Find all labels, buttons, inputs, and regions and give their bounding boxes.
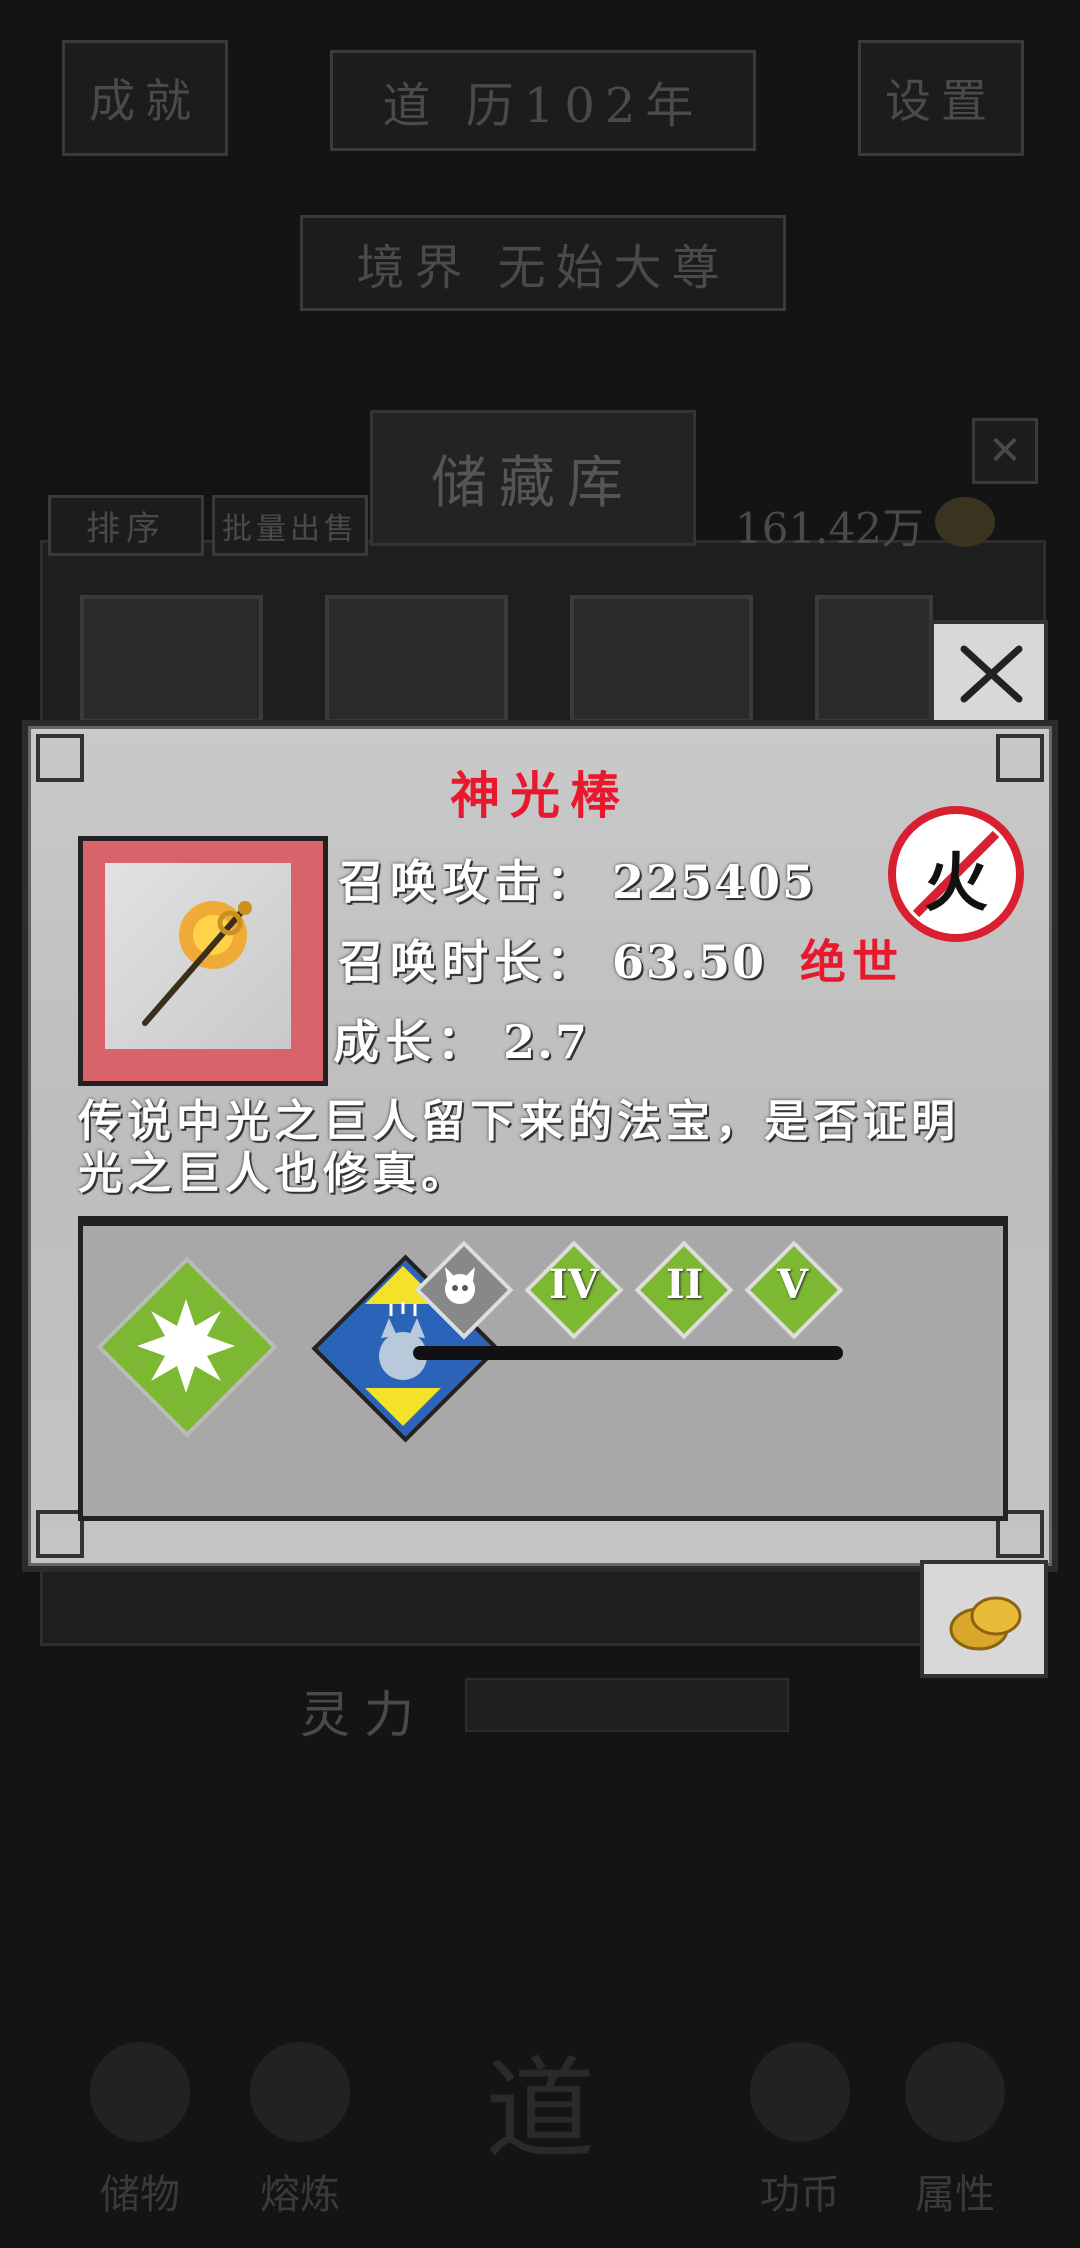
sell-coin-button[interactable]	[920, 1560, 1048, 1678]
furnace-icon	[250, 2042, 350, 2142]
nav-item-dao[interactable]: 道	[440, 2020, 640, 2220]
nav-item-coins[interactable]: 功币	[740, 2020, 860, 2220]
attack-label: 召唤攻击：	[338, 855, 598, 909]
year-display: 道 历102年	[330, 50, 756, 151]
nav-item-smelt[interactable]: 熔炼	[240, 2020, 360, 2220]
rune-label: V	[777, 1261, 809, 1308]
element-char: 火	[924, 846, 988, 921]
nav-item-storage[interactable]: 储物	[80, 2020, 200, 2220]
year-label: 道 历102年	[382, 77, 704, 134]
power-label: 灵力	[300, 1686, 428, 1744]
growth-value: 2.7	[503, 1015, 590, 1069]
skill-small-slot[interactable]	[414, 1240, 514, 1340]
attack-stat: 召唤攻击： 225405	[338, 846, 816, 912]
storage-slot[interactable]	[80, 595, 263, 723]
close-icon	[960, 645, 1023, 703]
currency-amount: 161.42万	[735, 504, 924, 553]
bulk-sell-button[interactable]: 批量出售	[212, 495, 368, 556]
nav-label: 熔炼	[260, 2172, 340, 2218]
settings-label: 设置	[885, 74, 997, 128]
storage-close-button[interactable]: ✕	[972, 418, 1038, 484]
dao-icon: 道	[485, 2046, 595, 2174]
nav-label: 储物	[100, 2172, 180, 2218]
storage-slot[interactable]	[815, 595, 933, 723]
skill-progress-bar	[413, 1346, 843, 1360]
flaming-staff-icon	[142, 901, 252, 1026]
burst-icon	[137, 1299, 235, 1393]
realm-label: 境界 无始大尊	[356, 240, 730, 296]
skill-small-slot[interactable]: V	[744, 1240, 844, 1340]
achievements-label: 成就	[89, 74, 201, 128]
item-description: 传说中光之巨人留下来的法宝，是否证明光之巨人也修真。	[78, 1096, 960, 1199]
bag-icon	[90, 2042, 190, 2142]
storage-title-label: 储藏库	[431, 450, 635, 516]
fire-element-icon: 火	[888, 806, 1024, 942]
skill-small-slot[interactable]: II	[634, 1240, 734, 1340]
nav-label: 功币	[760, 2172, 840, 2218]
demon-skull-icon	[445, 1267, 475, 1304]
grade-badge: 绝世	[800, 935, 905, 989]
coin-stack-icon	[750, 2042, 850, 2142]
sort-label: 排序	[86, 509, 166, 549]
growth-stat: 成长： 2.7	[333, 1006, 589, 1072]
yin-yang-icon	[905, 2042, 1005, 2142]
achievements-button[interactable]: 成就	[62, 40, 228, 156]
rune-label: II	[666, 1261, 704, 1308]
storage-title: 储藏库	[370, 410, 696, 546]
modal-corner	[36, 1510, 84, 1558]
duration-value: 63.50	[612, 935, 767, 989]
realm-display: 境界 无始大尊	[300, 215, 786, 311]
settings-button[interactable]: 设置	[858, 40, 1024, 156]
storage-slot[interactable]	[570, 595, 753, 723]
bulk-sell-label: 批量出售	[222, 511, 358, 547]
nav-label: 属性	[915, 2172, 995, 2218]
nav-item-attributes[interactable]: 属性	[895, 2020, 1015, 2220]
duration-stat: 召唤时长： 63.50 绝世	[338, 926, 904, 992]
attack-value: 225405	[612, 855, 817, 909]
duration-label: 召唤时长：	[338, 935, 598, 989]
skill-small-slot[interactable]: IV	[524, 1240, 624, 1340]
rune-label: IV	[549, 1261, 599, 1308]
storage-slot[interactable]	[325, 595, 508, 723]
skill-burst-slot[interactable]	[96, 1256, 278, 1438]
sort-button[interactable]: 排序	[48, 495, 204, 556]
item-icon-bg	[105, 863, 291, 1049]
item-detail-modal: 神光棒 召唤攻击： 225405 召唤时长： 63.50 绝世 成长： 2.7 火 传说…	[22, 720, 1058, 1572]
power-value-bar	[465, 1678, 789, 1732]
gold-coin-icon	[935, 497, 995, 547]
skill-panel: IV II V	[78, 1216, 1008, 1521]
modal-close-button[interactable]	[930, 620, 1048, 728]
close-icon: ✕	[988, 428, 1022, 474]
growth-label: 成长：	[333, 1015, 489, 1069]
gold-coin-icon	[949, 1596, 1022, 1651]
item-icon-frame	[78, 836, 328, 1086]
